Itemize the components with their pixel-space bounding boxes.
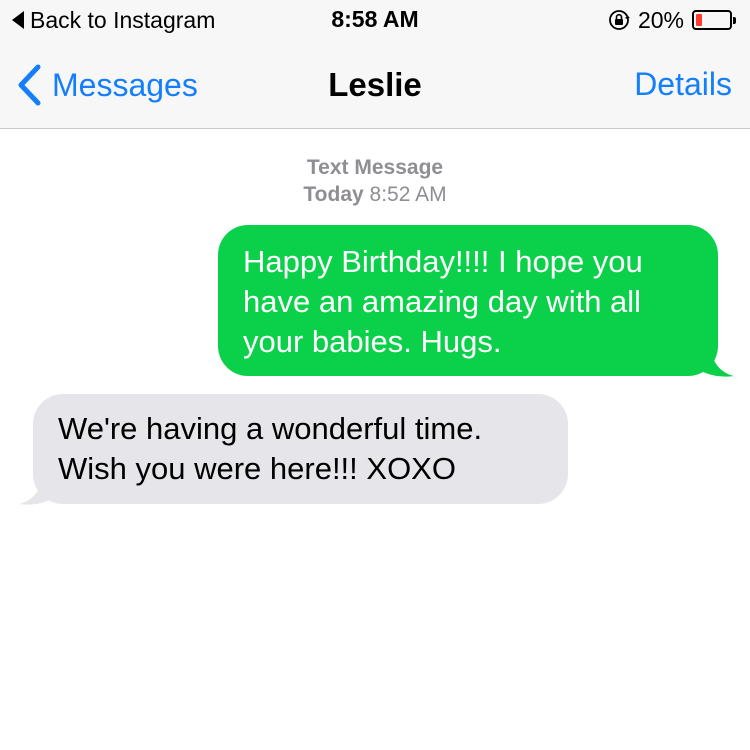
rotation-lock-icon — [609, 10, 630, 30]
date-time: 8:52 AM — [369, 183, 447, 206]
conversation-timestamp: Text Message Today 8:52 AM — [0, 154, 750, 208]
battery-level-fill — [696, 14, 702, 26]
navigation-bar: Messages Leslie Details — [0, 40, 750, 129]
status-indicators: 20% — [608, 6, 736, 34]
battery-percent: 20% — [637, 6, 684, 33]
messages-screen: Back to Instagram 8:58 AM 20% Messages L — [0, 0, 750, 750]
date-day: Today — [303, 183, 364, 206]
battery-icon — [692, 10, 736, 30]
date-line: Today 8:52 AM — [0, 181, 750, 208]
battery-nub — [733, 17, 736, 24]
details-button[interactable]: Details — [634, 66, 732, 103]
received-message-bubble[interactable]: We're having a wonderful time. Wish you … — [33, 394, 568, 504]
status-bar: Back to Instagram 8:58 AM 20% — [0, 0, 750, 40]
sent-message-bubble[interactable]: Happy Birthday!!!! I hope you have an am… — [218, 225, 718, 376]
service-label: Text Message — [306, 156, 444, 179]
